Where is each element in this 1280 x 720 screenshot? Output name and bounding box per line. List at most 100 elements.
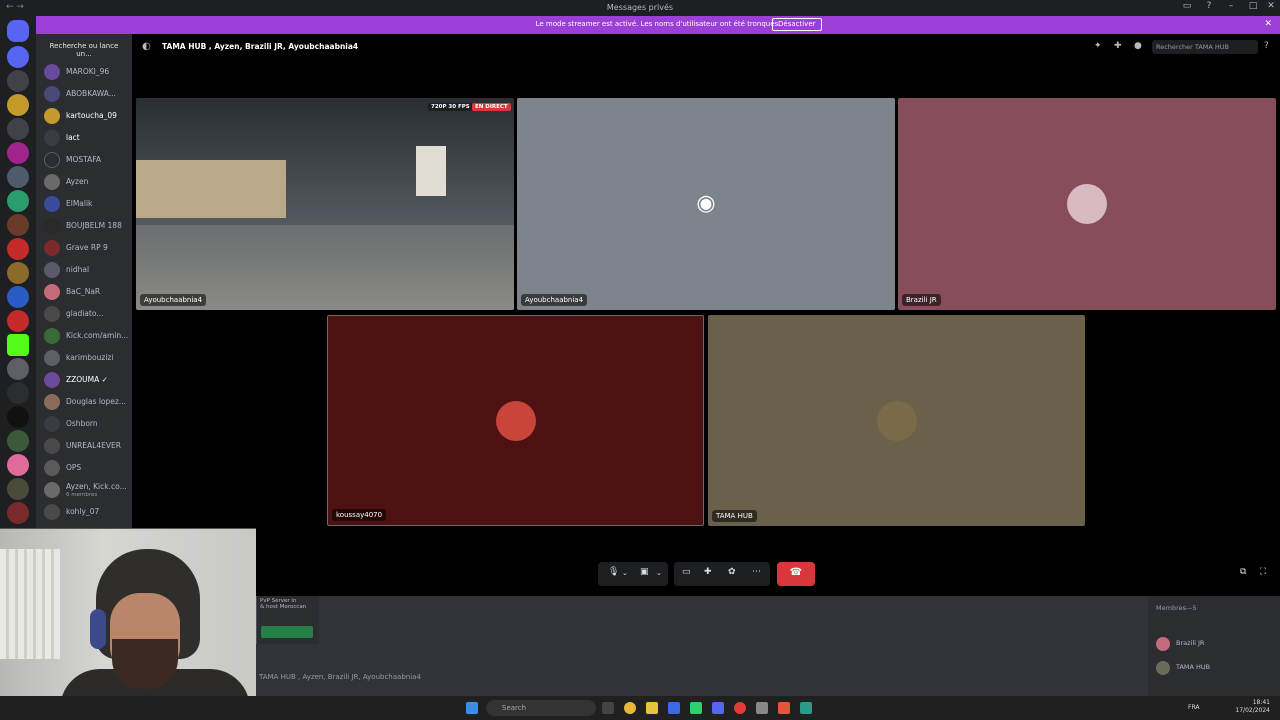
webcam-overlay: [0, 528, 256, 720]
fullscreen-icon[interactable]: ⛶: [1260, 567, 1266, 577]
server-icon[interactable]: [7, 190, 29, 212]
banner-text: Le mode streamer est activé. Les noms d'…: [535, 20, 781, 28]
dm-item[interactable]: UNREAL4EVER: [42, 436, 128, 456]
end-call-button[interactable]: ☎: [777, 562, 815, 586]
close-button[interactable]: ✕: [1260, 1, 1280, 15]
dm-item[interactable]: kohly_07: [42, 502, 128, 522]
server-icon[interactable]: [7, 454, 29, 476]
chrome-icon[interactable]: [624, 702, 636, 714]
participant-tile[interactable]: koussay4070: [327, 315, 704, 526]
server-icon[interactable]: [7, 94, 29, 116]
dm-item[interactable]: MAROKI_96: [42, 62, 128, 82]
server-icon[interactable]: [7, 118, 29, 140]
member-item[interactable]: Brazili JR: [1156, 636, 1276, 652]
server-icon[interactable]: [7, 502, 29, 524]
dm-item[interactable]: BOUJBELM 188: [42, 216, 128, 236]
dm-name: Ayzen, Kick.co...: [66, 482, 127, 491]
app-icon[interactable]: [602, 702, 614, 714]
kick-server-icon[interactable]: [7, 334, 29, 356]
windows-start-icon[interactable]: [466, 702, 478, 714]
dm-item[interactable]: Ayzen, Kick.co... 6 membres: [42, 480, 128, 500]
more-options-icon[interactable]: ⋯: [752, 567, 761, 577]
soundboard-icon[interactable]: ✿: [728, 567, 736, 577]
dm-name: Kick.com/amin...: [66, 331, 128, 340]
activities-icon[interactable]: ✚: [704, 567, 712, 577]
disable-streamer-button[interactable]: Désactiver: [772, 18, 822, 31]
server-icon[interactable]: [7, 382, 29, 404]
chevron-down-icon[interactable]: ⌄: [656, 569, 662, 577]
server-icon[interactable]: [7, 286, 29, 308]
pin-icon[interactable]: ✦: [1094, 41, 1102, 51]
server-icon[interactable]: [7, 262, 29, 284]
participant-tile[interactable]: Brazili JR: [898, 98, 1276, 310]
participant-tile[interactable]: ◉ Ayoubchaabnia4: [517, 98, 895, 310]
app-icon[interactable]: [800, 702, 812, 714]
inbox-icon[interactable]: ▭: [1176, 1, 1198, 15]
opera-icon[interactable]: [734, 702, 746, 714]
taskbar-clock: 18:41 17/02/2024: [1235, 699, 1270, 715]
server-icon[interactable]: [7, 358, 29, 380]
dm-item[interactable]: kartoucha_09: [42, 106, 128, 126]
server-embed: PvP Server in & host Moroccan: [255, 596, 319, 644]
member-list-header: Membres—5: [1156, 604, 1197, 612]
server-icon[interactable]: [7, 166, 29, 188]
server-icon[interactable]: [7, 310, 29, 332]
join-button[interactable]: [261, 626, 313, 638]
server-icon[interactable]: [7, 142, 29, 164]
app-icon[interactable]: [668, 702, 680, 714]
channel-search-input[interactable]: Rechercher TAMA HUB: [1152, 40, 1258, 54]
server-icon[interactable]: [7, 406, 29, 428]
tile-label: Ayoubchaabnia4: [140, 294, 207, 306]
dm-item[interactable]: BaC_NaR: [42, 282, 128, 302]
members-icon[interactable]: ●: [1134, 41, 1142, 51]
app-icon[interactable]: [778, 702, 790, 714]
dm-name: lact: [66, 133, 80, 142]
file-explorer-icon[interactable]: [646, 702, 658, 714]
server-icon[interactable]: [7, 214, 29, 236]
message-input[interactable]: TAMA HUB , Ayzen, Brazili JR, Ayoubchaab…: [255, 668, 1140, 688]
dm-item[interactable]: Oshborn: [42, 414, 128, 434]
voice-call-view: ◐ TAMA HUB , Ayzen, Brazili JR, Ayoubcha…: [132, 34, 1280, 596]
server-icon[interactable]: [7, 70, 29, 92]
tile-label: TAMA HUB: [712, 510, 757, 522]
language-indicator[interactable]: FRA: [1188, 704, 1199, 711]
close-banner-icon[interactable]: ✕: [1264, 19, 1272, 29]
discord-taskbar-icon[interactable]: [712, 702, 724, 714]
server-icon[interactable]: [7, 430, 29, 452]
dm-item[interactable]: OPS: [42, 458, 128, 478]
participant-tile[interactable]: TAMA HUB: [708, 315, 1085, 526]
dm-item[interactable]: Douglas lopez...: [42, 392, 128, 412]
camera-off-icon[interactable]: ▣: [640, 567, 649, 577]
dm-item[interactable]: nidhal: [42, 260, 128, 280]
help-icon[interactable]: ?: [1264, 41, 1269, 51]
dm-item[interactable]: ABOBKAWA...: [42, 84, 128, 104]
dm-item[interactable]: Kick.com/amin...: [42, 326, 128, 346]
screen-share-icon[interactable]: ▭: [682, 567, 691, 577]
taskbar-search[interactable]: Search: [486, 700, 596, 716]
dm-item[interactable]: ElMalik: [42, 194, 128, 214]
minimize-button[interactable]: –: [1220, 1, 1242, 15]
chevron-down-icon[interactable]: ⌄: [622, 569, 628, 577]
app-icon[interactable]: [690, 702, 702, 714]
dm-item[interactable]: Ayzen: [42, 172, 128, 192]
server-icon[interactable]: [7, 478, 29, 500]
dm-item[interactable]: lact: [42, 128, 128, 148]
member-item[interactable]: TAMA HUB: [1156, 660, 1276, 676]
settings-icon[interactable]: [756, 702, 768, 714]
add-friends-icon[interactable]: ✚: [1114, 41, 1122, 51]
help-icon[interactable]: ?: [1198, 1, 1220, 15]
dm-search-input[interactable]: Recherche ou lance un...: [42, 39, 126, 58]
dm-item[interactable]: karimbouzizi: [42, 348, 128, 368]
dm-item[interactable]: Grave RP 9: [42, 238, 128, 258]
avatar: [44, 306, 60, 322]
dm-item[interactable]: gladiato...: [42, 304, 128, 324]
server-icon[interactable]: [7, 238, 29, 260]
dm-item[interactable]: MOSTAFA: [42, 150, 128, 170]
dm-name: MOSTAFA: [66, 155, 102, 164]
stream-tile[interactable]: 720P 30 FPS EN DIRECT Ayoubchaabnia4: [136, 98, 514, 310]
popout-icon[interactable]: ⧉: [1240, 567, 1246, 577]
microphone-icon[interactable]: 🎙: [608, 567, 619, 577]
discord-home-icon[interactable]: [7, 20, 29, 42]
server-icon[interactable]: [7, 46, 29, 68]
dm-item[interactable]: ZZOUMA ✓: [42, 370, 128, 390]
